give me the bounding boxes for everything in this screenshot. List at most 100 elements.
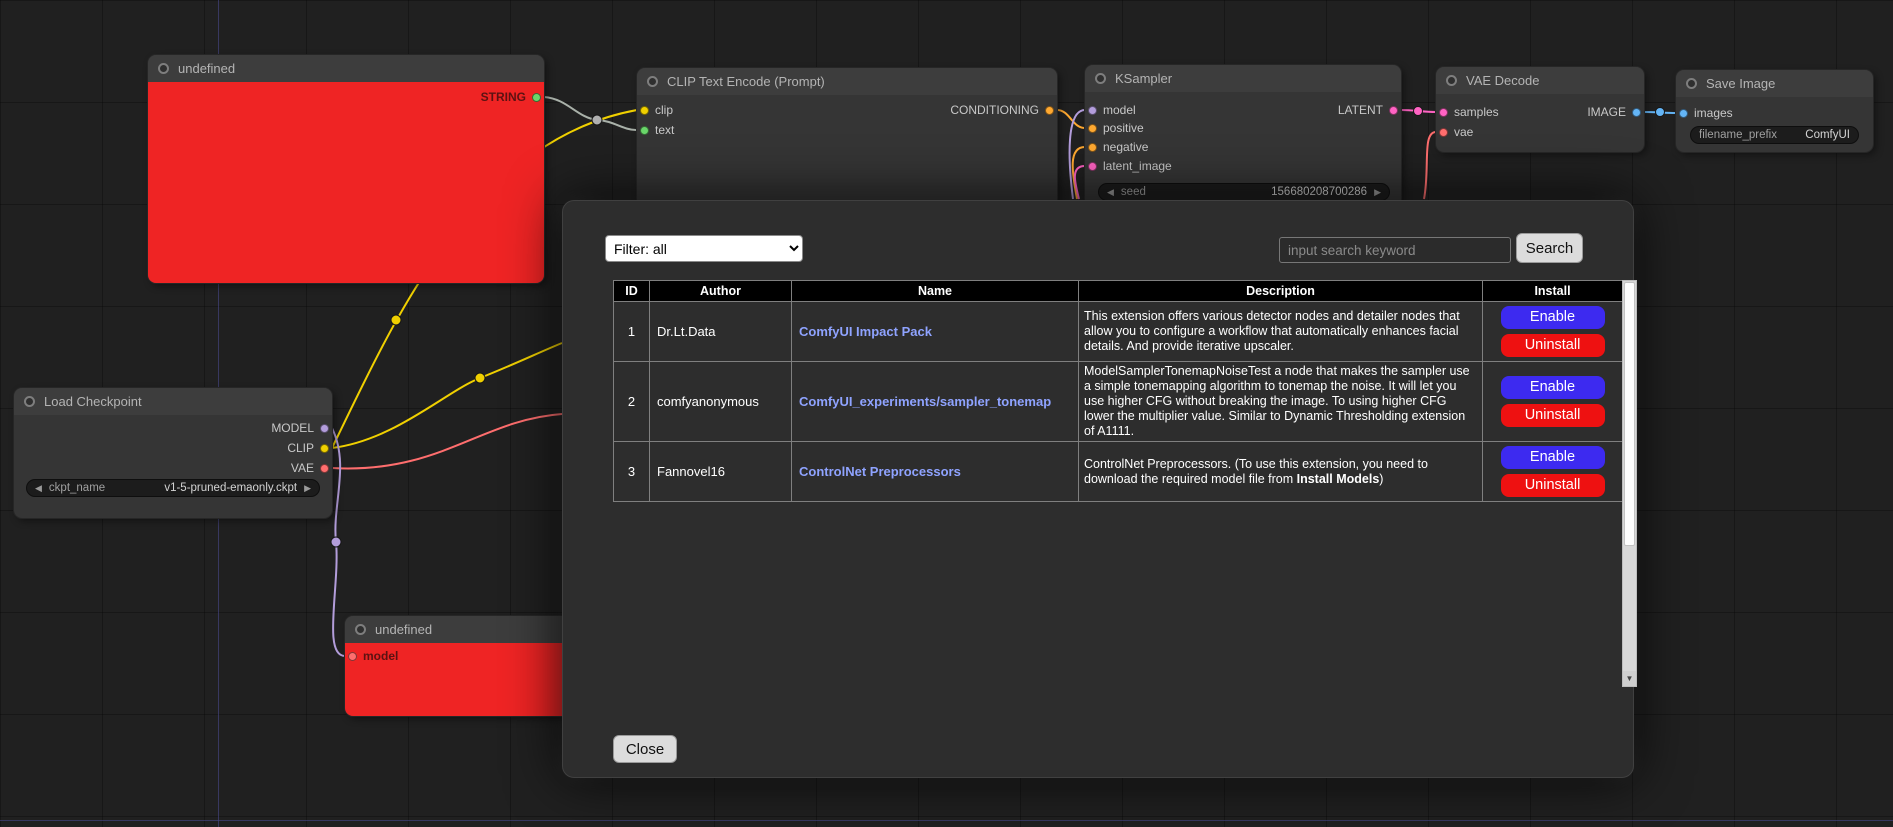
node-header[interactable]: KSampler [1085, 65, 1401, 92]
slot-label: CONDITIONING [950, 103, 1039, 117]
input-port-text[interactable] [640, 126, 649, 135]
output-port-clip[interactable] [320, 444, 329, 453]
slot-label: LATENT [1338, 103, 1383, 117]
cell-name: ControlNet Preprocessors [792, 442, 1079, 502]
scrollbar-thumb[interactable] [1624, 282, 1635, 546]
input-slot-samples: samples [1439, 104, 1499, 120]
slot-label: clip [655, 103, 673, 117]
uninstall-button[interactable]: Uninstall [1501, 404, 1605, 427]
collapse-toggle-icon[interactable] [1686, 78, 1697, 89]
cell-install: Enable Uninstall [1483, 302, 1623, 362]
increment-arrow-icon[interactable]: ▶ [304, 483, 311, 494]
enable-button[interactable]: Enable [1501, 306, 1605, 329]
collapse-toggle-icon[interactable] [24, 396, 35, 407]
input-port-latent-image[interactable] [1088, 162, 1097, 171]
description-text: ModelSamplerTonemapNoiseTest a node that… [1084, 364, 1470, 438]
extension-link[interactable]: ControlNet Preprocessors [799, 464, 961, 479]
slot-label: samples [1454, 105, 1499, 119]
slot-label: CLIP [287, 441, 314, 455]
cell-id: 3 [614, 442, 650, 502]
collapse-toggle-icon[interactable] [647, 76, 658, 87]
widget-value: ComfyUI [1805, 129, 1850, 141]
ckpt-name-widget[interactable]: ◀ ckpt_name v1-5-pruned-emaonly.ckpt ▶ [26, 479, 320, 497]
output-slot-string: STRING [481, 89, 541, 105]
search-input[interactable] [1279, 237, 1511, 263]
collapse-toggle-icon[interactable] [355, 624, 366, 635]
install-button-group: Enable Uninstall [1483, 376, 1622, 427]
widget-value: 156680208700286 [1271, 186, 1367, 198]
extension-row: 3Fannovel16ControlNet PreprocessorsContr… [614, 442, 1623, 502]
node-save-image[interactable]: Save Image images filename_prefix ComfyU… [1676, 70, 1873, 152]
scrollbar-track[interactable]: ▼ [1622, 280, 1637, 687]
enable-button[interactable]: Enable [1501, 376, 1605, 399]
decrement-arrow-icon[interactable]: ◀ [35, 483, 42, 494]
slot-label: STRING [481, 90, 526, 104]
uninstall-button[interactable]: Uninstall [1501, 334, 1605, 357]
widget-value: v1-5-pruned-emaonly.ckpt [164, 482, 297, 494]
grid-axis-horizontal [0, 820, 1893, 821]
node-header[interactable]: CLIP Text Encode (Prompt) [637, 68, 1057, 95]
input-slot-model: model [348, 648, 398, 664]
node-vae-decode[interactable]: VAE Decode samples vae IMAGE [1436, 67, 1644, 152]
description-text: This extension offers various detector n… [1084, 309, 1460, 353]
output-port-image[interactable] [1632, 108, 1641, 117]
node-title: Save Image [1706, 76, 1775, 91]
scrollbar-down-arrow-icon[interactable]: ▼ [1623, 671, 1636, 686]
node-undefined-top[interactable]: undefined STRING [148, 55, 544, 283]
input-slot-latent-image: latent_image [1088, 158, 1172, 174]
input-slot-vae: vae [1439, 124, 1473, 140]
slot-label: VAE [291, 461, 314, 475]
output-slot-conditioning: CONDITIONING [950, 102, 1054, 118]
widget-label: ckpt_name [49, 482, 105, 494]
close-button[interactable]: Close [613, 735, 677, 763]
input-port-clip[interactable] [640, 106, 649, 115]
enable-button[interactable]: Enable [1501, 446, 1605, 469]
extension-link[interactable]: ComfyUI Impact Pack [799, 324, 932, 339]
node-load-checkpoint[interactable]: Load Checkpoint MODEL CLIP VAE ◀ ckpt_na… [14, 388, 332, 518]
node-title: Load Checkpoint [44, 394, 142, 409]
input-slot-model: model [1088, 102, 1136, 118]
collapse-toggle-icon[interactable] [1095, 73, 1106, 84]
slot-label: MODEL [271, 421, 314, 435]
node-header[interactable]: Load Checkpoint [14, 388, 332, 415]
node-header[interactable]: VAE Decode [1436, 67, 1644, 94]
node-clip-text-encode[interactable]: CLIP Text Encode (Prompt) clip text COND… [637, 68, 1057, 218]
cell-author: comfyanonymous [650, 362, 792, 442]
output-port-conditioning[interactable] [1045, 106, 1054, 115]
collapse-toggle-icon[interactable] [1446, 75, 1457, 86]
input-port-samples[interactable] [1439, 108, 1448, 117]
input-port-positive[interactable] [1088, 124, 1097, 133]
output-port-latent[interactable] [1389, 106, 1398, 115]
output-port-string[interactable] [532, 93, 541, 102]
input-port-negative[interactable] [1088, 143, 1097, 152]
widget-label: filename_prefix [1699, 129, 1777, 141]
uninstall-button[interactable]: Uninstall [1501, 474, 1605, 497]
custom-nodes-manager-dialog: Filter: all Search ID Author Name Descri… [562, 200, 1634, 778]
input-port-images[interactable] [1679, 109, 1688, 118]
extension-link[interactable]: ComfyUI_experiments/sampler_tonemap [799, 394, 1051, 409]
filename-prefix-widget[interactable]: filename_prefix ComfyUI [1690, 126, 1859, 144]
cell-id: 2 [614, 362, 650, 442]
cell-description: ControlNet Preprocessors. (To use this e… [1079, 442, 1483, 502]
decrement-arrow-icon[interactable]: ◀ [1107, 187, 1114, 198]
node-error-body [148, 82, 544, 283]
node-header[interactable]: undefined [148, 55, 544, 82]
slot-label: images [1694, 106, 1733, 120]
collapse-toggle-icon[interactable] [158, 63, 169, 74]
output-port-vae[interactable] [320, 464, 329, 473]
input-port-vae[interactable] [1439, 128, 1448, 137]
header-name: Name [792, 281, 1079, 302]
node-header[interactable]: Save Image [1676, 70, 1873, 97]
slot-label: latent_image [1103, 159, 1172, 173]
filter-select[interactable]: Filter: all [605, 235, 803, 262]
input-port-model[interactable] [1088, 106, 1097, 115]
seed-widget[interactable]: ◀ seed 156680208700286 ▶ [1098, 183, 1390, 201]
input-port-model[interactable] [348, 652, 357, 661]
node-ksampler[interactable]: KSampler model positive negative latent_… [1085, 65, 1401, 215]
search-button[interactable]: Search [1516, 233, 1583, 263]
slot-label: model [363, 649, 398, 663]
input-slot-negative: negative [1088, 139, 1148, 155]
output-port-model[interactable] [320, 424, 329, 433]
slot-label: IMAGE [1587, 105, 1626, 119]
increment-arrow-icon[interactable]: ▶ [1374, 187, 1381, 198]
